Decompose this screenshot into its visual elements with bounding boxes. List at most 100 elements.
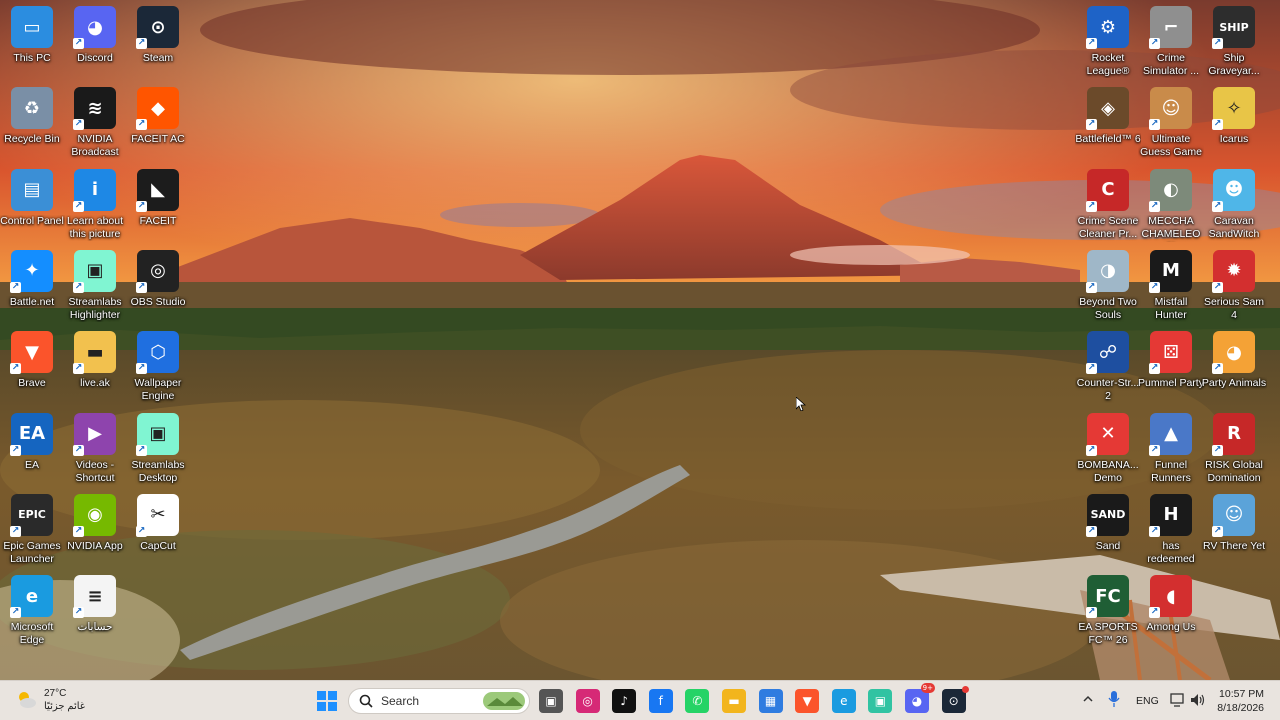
desktop-icon-recycle-bin[interactable]: ♻ Recycle Bin (0, 87, 64, 165)
desktop-icon-epic-games[interactable]: EPIC ↗ Epic Games Launcher (0, 493, 64, 572)
desktop-icon-crime-scene-cleaner[interactable]: C ↗ Crime Scene Cleaner Pr... (1076, 168, 1140, 247)
desktop-icon-streamlabs-desktop[interactable]: ▣ ↗ Streamlabs Desktop (126, 412, 190, 491)
shortcut-arrow-icon: ↗ (1086, 38, 1097, 49)
icon-glyph: i (91, 179, 99, 201)
desktop-icon-mistfall-hunter[interactable]: M ↗ Mistfall Hunter (1139, 249, 1203, 328)
taskbar-clock[interactable]: 10:57 PM 8/18/2026 (1217, 687, 1264, 715)
shortcut-arrow-icon: ↗ (73, 607, 84, 619)
desktop-icon-steam[interactable]: ⊙ ↗ Steam (126, 6, 190, 84)
icon-glyph: ◖ (1166, 585, 1176, 607)
desktop-icon-counter-strike[interactable]: ☍ ↗ Counter-Str... 2 (1076, 331, 1140, 409)
desktop-icon-label: Caravan SandWitch (1208, 214, 1260, 240)
icon-glyph: ◐ (1163, 179, 1179, 201)
desktop-icon-nvidia-app[interactable]: ◉ ↗ NVIDIA App (63, 493, 127, 572)
brave-icon: ▼ ↗ (10, 331, 53, 375)
language-indicator[interactable]: ENG (1136, 695, 1159, 707)
desktop-icon-edge[interactable]: e ↗ Microsoft Edge (0, 575, 64, 653)
desktop-icon-faceit-ac[interactable]: ◆ ↗ FACEIT AC (126, 87, 190, 165)
desktop-icon-label: Brave (18, 377, 46, 390)
desktop-icon-caravan-sandwitch[interactable]: ☻ ↗ Caravan SandWitch (1202, 168, 1266, 247)
icon-glyph: ≋ (87, 97, 103, 119)
desktop-icon-bombana[interactable]: ✕ ↗ BOMBANA... Demo (1076, 412, 1140, 491)
microsoft-store-icon: ▦ (764, 694, 777, 708)
desktop-icon-icarus[interactable]: ✧ ↗ Icarus (1202, 87, 1266, 165)
taskbar-app-brave[interactable]: ▼ (795, 689, 820, 713)
icon-glyph: R (1227, 423, 1241, 444)
icon-glyph: ✂ (150, 504, 166, 526)
desktop-icon-sand[interactable]: SAND ↗ Sand (1076, 493, 1140, 572)
desktop-icon-videos[interactable]: ▶ ↗ Videos - Shortcut (63, 412, 127, 491)
desktop-icon-risk[interactable]: R ↗ RISK Global Domination (1202, 412, 1266, 491)
taskbar-app-streamlabs[interactable]: ▣ (868, 689, 893, 713)
microphone-button[interactable] (1108, 691, 1120, 710)
taskbar-app-tiktok[interactable]: ♪ (612, 689, 637, 713)
steam-icon: ⊙ (948, 694, 959, 708)
desktop-icon-info[interactable]: i ↗ Learn about this picture (63, 168, 127, 247)
desktop-icon-among-us[interactable]: ◖ ↗ Among Us (1139, 575, 1203, 653)
desktop-icon-label: NVIDIA Broadcast (71, 133, 119, 159)
desktop-icon-battlefield[interactable]: ◈ ↗ Battlefield™ 6 (1075, 87, 1141, 165)
desktop-icon-streamlabs-highlighter[interactable]: ▣ ↗ Streamlabs Highlighter (63, 249, 127, 328)
taskbar-app-edge[interactable]: e (831, 689, 856, 713)
instagram-icon: ◎ (582, 694, 593, 708)
desktop-icon-text-file[interactable]: ≡ ↗ حسابات (63, 575, 127, 653)
shortcut-arrow-icon: ↗ (1212, 281, 1223, 293)
desktop-icon-label: RV There Yet (1202, 539, 1266, 552)
mistfall-hunter-icon: M ↗ (1149, 249, 1192, 293)
desktop-icon-meccha-chameleon[interactable]: ◐↗MECCHA CHAMELEON (1139, 168, 1203, 247)
desktop-icon-label: OBS Studio (130, 295, 186, 308)
shortcut-arrow-icon: ↗ (10, 281, 21, 293)
taskbar-app-instagram[interactable]: ◎ (575, 689, 600, 713)
icon-glyph: ▣ (149, 423, 167, 444)
desktop-icon-has-redeemed[interactable]: H ↗ has redeemed (1139, 493, 1203, 572)
shortcut-arrow-icon: ↗ (1212, 200, 1223, 212)
taskbar-app-whatsapp[interactable]: ✆ (685, 689, 710, 713)
streamlabs-icon: ▣ (874, 694, 887, 708)
desktop-icon-label: Battlefield™ 6 (1075, 133, 1141, 146)
taskbar-app-steam[interactable]: ⊙ (941, 686, 969, 713)
desktop-icon-battlenet[interactable]: ✦ ↗ Battle.net (0, 249, 64, 328)
network-button[interactable] (1170, 693, 1184, 710)
icon-glyph: ⊙ (150, 16, 166, 38)
weather-widget[interactable]: 27°C غائم جزئيًا (14, 687, 85, 713)
shortcut-arrow-icon: ↗ (1212, 525, 1223, 537)
desktop-icon-pummel-party[interactable]: ⚄ ↗ Pummel Party (1138, 331, 1204, 409)
desktop-icon-crime-simulator[interactable]: ⌐ ↗ Crime Simulator ... (1139, 6, 1203, 84)
desktop-icon-obs[interactable]: ◎ ↗ OBS Studio (126, 249, 190, 328)
show-hidden-icons-button[interactable] (1082, 693, 1094, 708)
desktop-icon-ship-graveyard[interactable]: SHIP ↗ Ship Graveyar... (1202, 6, 1266, 84)
desktop-icon-folder[interactable]: ▬ ↗ live.ak (63, 331, 127, 409)
desktop-icon-serious-sam[interactable]: ✹ ↗ Serious Sam 4 (1202, 249, 1266, 328)
desktop-icon-guess-game[interactable]: ☺ ↗ Ultimate Guess Game (1139, 87, 1203, 165)
taskbar-app-discord[interactable]: ◕ 9+ (905, 683, 935, 713)
taskbar-app-file-explorer[interactable]: ▬ (722, 689, 746, 713)
desktop-icon-party-animals[interactable]: ◕ ↗ Party Animals (1202, 331, 1266, 409)
desktop-icon-capcut[interactable]: ✂ ↗ CapCut (126, 493, 190, 572)
desktop-icon-monitor[interactable]: ▭ This PC (0, 6, 64, 84)
taskbar-search-box[interactable]: Search (348, 688, 530, 714)
desktop-icon-control-panel[interactable]: ▤ Control Panel (0, 168, 64, 247)
desktop-icon-nvidia-broadcast[interactable]: ≋ ↗ NVIDIA Broadcast (63, 87, 127, 165)
icon-glyph: H (1163, 504, 1179, 526)
desktop-icon-funnel-runners[interactable]: ▲ ↗ Funnel Runners (1139, 412, 1203, 491)
desktop-icon-ea[interactable]: EA ↗ EA (0, 412, 64, 491)
desktop-icon-brave[interactable]: ▼ ↗ Brave (0, 331, 64, 409)
desktop-icon-ea-sports-fc[interactable]: FC ↗ EA SPORTS FC™ 26 (1076, 575, 1140, 653)
desktop-icon-wallpaper-engine[interactable]: ⬡ ↗ Wallpaper Engine (126, 331, 190, 409)
serious-sam-icon: ✹ ↗ (1212, 249, 1255, 293)
taskbar-app-facebook[interactable]: f (648, 689, 673, 713)
desktop-icon-faceit[interactable]: ◣ ↗ FACEIT (126, 168, 190, 247)
taskbar-app-microsoft-store[interactable]: ▦ (758, 689, 783, 713)
desktop-icon-label: MECCHA CHAMELEON (1141, 214, 1201, 242)
start-button[interactable] (315, 689, 339, 713)
desktop-icon-label: Pummel Party (1138, 377, 1204, 390)
icon-glyph: e (25, 585, 39, 607)
volume-button[interactable] (1190, 693, 1206, 710)
desktop-icon-rv-there-yet[interactable]: ☺ ↗ RV There Yet (1202, 493, 1266, 572)
desktop-icon-discord[interactable]: ◕ ↗ Discord (63, 6, 127, 84)
taskbar-app-task-view[interactable]: ▣ (539, 689, 563, 713)
desktop-icon-label: Microsoft Edge (10, 621, 54, 647)
icon-glyph: ♻ (23, 97, 41, 119)
desktop-icon-beyond-two-souls[interactable]: ◑ ↗ Beyond Two Souls (1076, 249, 1140, 328)
desktop-icon-rocket-league[interactable]: ⚙ ↗ Rocket League® (1076, 6, 1140, 84)
